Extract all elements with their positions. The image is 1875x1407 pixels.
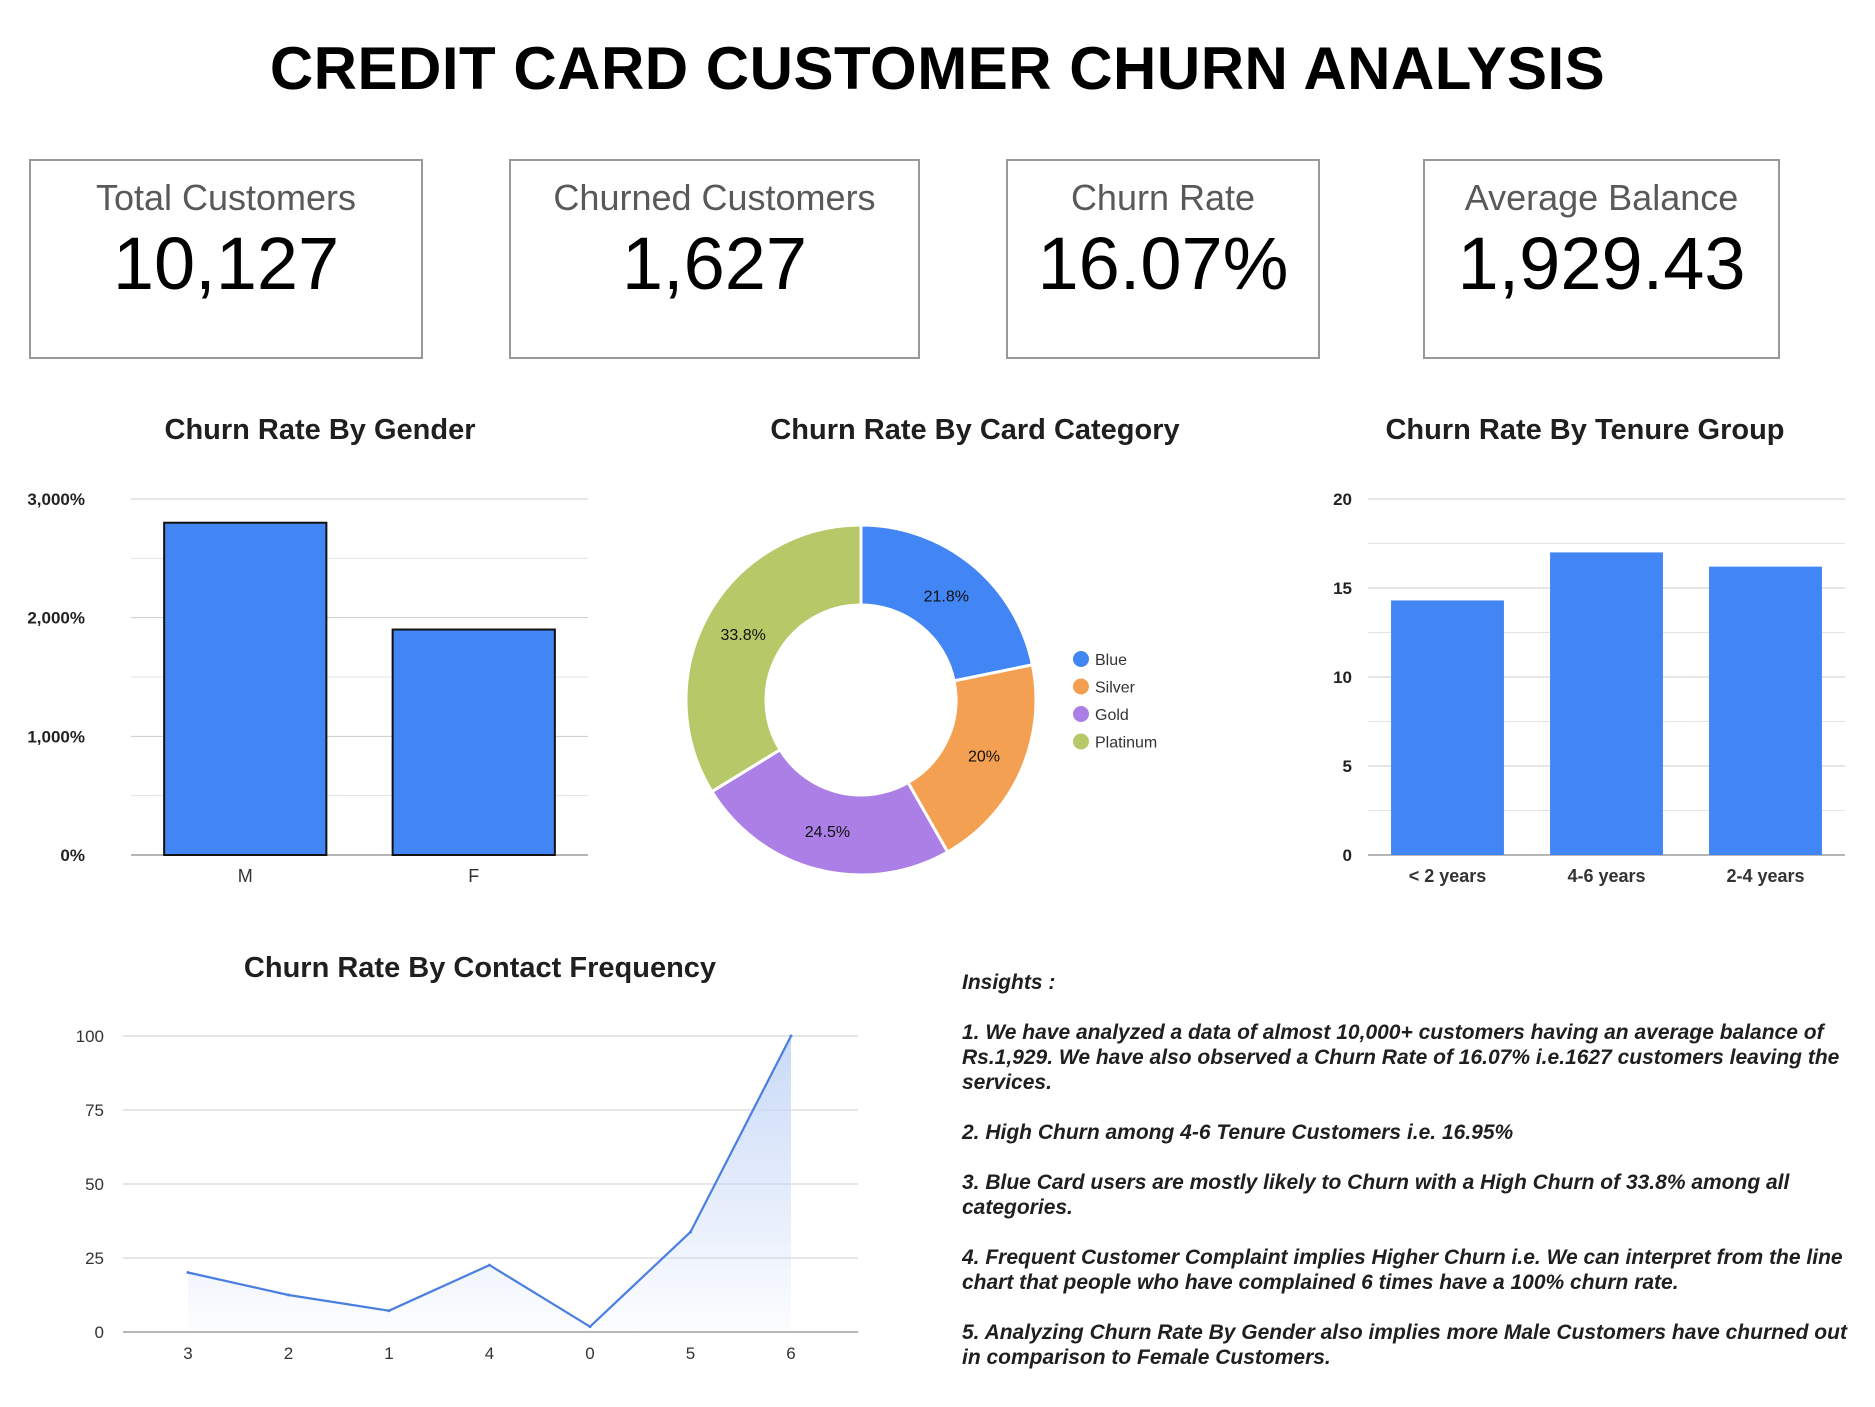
insight-item: 4. Frequent Customer Complaint implies H… [962, 1246, 1843, 1294]
y-tick-label: 0 [1343, 846, 1352, 865]
slice-label: 33.8% [720, 627, 765, 644]
x-tick-label: 3 [183, 1344, 192, 1363]
insight-item: 3. Blue Card users are mostly likely to … [962, 1171, 1790, 1219]
data-point [387, 1309, 391, 1313]
legend-label: Platinum [1095, 735, 1157, 752]
legend-swatch [1073, 706, 1089, 722]
data-point [488, 1263, 491, 1267]
x-tick-label: 2 [284, 1344, 293, 1363]
legend-label: Blue [1095, 652, 1127, 669]
insight-item: 1. We have analyzed a data of almost 10,… [962, 1021, 1840, 1094]
data-point [689, 1230, 692, 1234]
x-tick-label: 4-6 years [1567, 866, 1645, 886]
x-tick-label: < 2 years [1409, 866, 1487, 886]
x-tick-label: 1 [384, 1344, 393, 1363]
bar [1391, 600, 1504, 855]
legend-label: Silver [1095, 680, 1136, 697]
y-tick-label: 0% [60, 846, 85, 865]
y-tick-label: 2,000% [27, 609, 85, 628]
y-tick-label: 100 [76, 1027, 104, 1046]
data-point [789, 1034, 793, 1038]
y-tick-label: 15 [1333, 579, 1352, 598]
y-tick-label: 10 [1333, 668, 1352, 687]
y-tick-label: 25 [85, 1249, 104, 1268]
y-tick-label: 5 [1343, 757, 1352, 776]
bar [163, 521, 328, 856]
legend-label: Gold [1095, 707, 1129, 724]
insight-item: 2. High Churn among 4-6 Tenure Customers… [962, 1121, 1514, 1144]
insights-panel: Insights : 1. We have analyzed a data of… [962, 970, 1862, 1395]
bar [391, 628, 556, 856]
legend-swatch [1073, 678, 1089, 695]
y-tick-label: 3,000% [27, 490, 85, 509]
x-tick-label: 4 [485, 1344, 494, 1363]
legend-swatch [1073, 651, 1089, 667]
slice-label: 20% [968, 749, 1000, 766]
x-tick-label: 0 [585, 1344, 594, 1363]
data-point [287, 1293, 290, 1297]
x-tick-label: 5 [686, 1344, 695, 1363]
y-tick-label: 20 [1333, 490, 1352, 509]
data-point [588, 1325, 592, 1329]
legend-swatch [1073, 733, 1089, 750]
x-tick-label: 2-4 years [1726, 866, 1804, 886]
bar [1709, 566, 1822, 855]
y-tick-label: 50 [85, 1175, 104, 1194]
donut-slice [684, 523, 863, 794]
insight-item: 5. Analyzing Churn Rate By Gender also i… [962, 1321, 1847, 1369]
x-tick-label: 6 [786, 1344, 795, 1363]
x-tick-label: F [468, 866, 479, 886]
slice-label: 21.8% [924, 588, 969, 605]
y-tick-label: 1,000% [27, 727, 85, 746]
data-point [186, 1271, 190, 1275]
y-tick-label: 0 [95, 1323, 104, 1342]
y-tick-label: 75 [85, 1101, 104, 1120]
insights-heading: Insights : [962, 971, 1056, 994]
x-tick-label: M [238, 866, 253, 886]
bar [1550, 552, 1663, 855]
slice-label: 24.5% [805, 824, 850, 841]
